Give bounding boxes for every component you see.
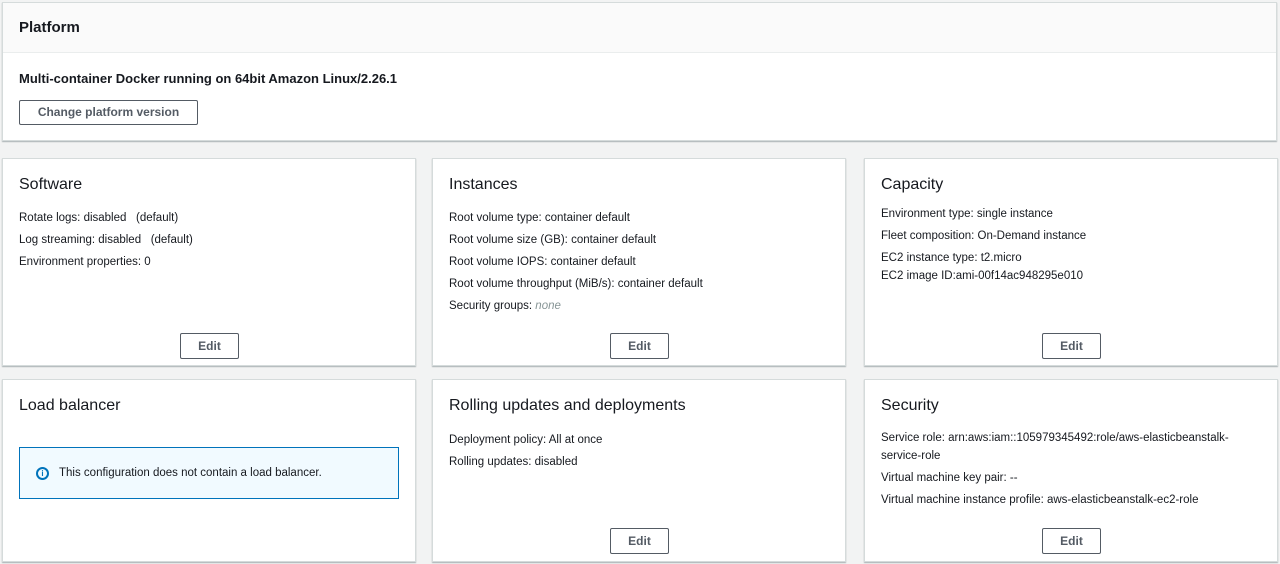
instances-security-groups: Security groups: none [449,295,835,317]
rolling-updates-edit-button[interactable]: Edit [610,528,669,554]
load-balancer-card: Load balancer i This configuration does … [2,379,416,562]
load-balancer-title: Load balancer [19,397,121,414]
security-card: Security Service role: arn:aws:iam::1059… [864,379,1278,562]
rolling-updates-status: Rolling updates: disabled [449,456,578,468]
instances-root-volume-size: Root volume size (GB): container default [449,234,657,246]
software-log-streaming: Log streaming: disabled (default) [19,234,193,246]
security-groups-label: Security groups: [449,300,536,312]
security-details: Service role: arn:aws:iam::105979345492:… [881,429,1267,511]
software-rotate-logs: Rotate logs: disabled (default) [19,212,179,224]
security-edit-button[interactable]: Edit [1042,528,1101,554]
info-icon: i [36,466,49,480]
capacity-instance-type: EC2 instance type: t2.micro [881,252,1022,264]
instances-edit-button[interactable]: Edit [610,333,669,359]
capacity-environment-type: Environment type: single instance [881,208,1053,220]
software-edit-button[interactable]: Edit [180,333,239,359]
capacity-card: Capacity Environment type: single instan… [864,158,1278,366]
platform-header: Platform [3,3,1276,53]
software-env-properties: Environment properties: 0 [19,256,151,268]
security-key-pair: Virtual machine key pair: -- [881,472,1018,484]
software-card: Software Rotate logs: disabled (default)… [2,158,416,366]
software-title: Software [19,176,83,193]
instances-card: Instances Root volume type: container de… [432,158,846,366]
security-title: Security [881,397,939,414]
load-balancer-info-alert: i This configuration does not contain a … [19,447,399,499]
instances-root-volume-throughput: Root volume throughput (MiB/s): containe… [449,278,703,290]
capacity-edit-button[interactable]: Edit [1042,333,1101,359]
load-balancer-alert-text: This configuration does not contain a lo… [59,467,322,479]
security-service-role: Service role: arn:aws:iam::105979345492:… [881,429,1267,465]
platform-title: Platform [19,19,80,36]
rolling-updates-details: Deployment policy: All at once Rolling u… [449,429,835,473]
capacity-details: Environment type: single instance Fleet … [881,203,1267,285]
capacity-title: Capacity [881,176,944,193]
software-details: Rotate logs: disabled (default) Log stre… [19,207,405,273]
capacity-image-id: EC2 image ID:ami-00f14ac948295e010 [881,270,1084,282]
instances-details: Root volume type: container default Root… [449,207,835,317]
security-service-role-line2: service-role [881,450,941,462]
rolling-updates-title: Rolling updates and deployments [449,397,686,414]
rolling-updates-card: Rolling updates and deployments Deployme… [432,379,846,562]
security-groups-value: none [535,300,561,312]
capacity-fleet-composition: Fleet composition: On-Demand instance [881,230,1087,242]
instances-root-volume-type: Root volume type: container default [449,212,630,224]
platform-version: Multi-container Docker running on 64bit … [19,71,398,86]
security-service-role-line1: Service role: arn:aws:iam::105979345492:… [881,432,1229,444]
instances-title: Instances [449,176,518,193]
instances-root-volume-iops: Root volume IOPS: container default [449,256,636,268]
rolling-deployment-policy: Deployment policy: All at once [449,434,603,446]
change-platform-version-button[interactable]: Change platform version [19,100,198,125]
platform-panel: Platform Multi-container Docker running … [2,2,1277,141]
platform-body: Multi-container Docker running on 64bit … [3,53,1276,125]
security-instance-profile: Virtual machine instance profile: aws-el… [881,494,1199,506]
